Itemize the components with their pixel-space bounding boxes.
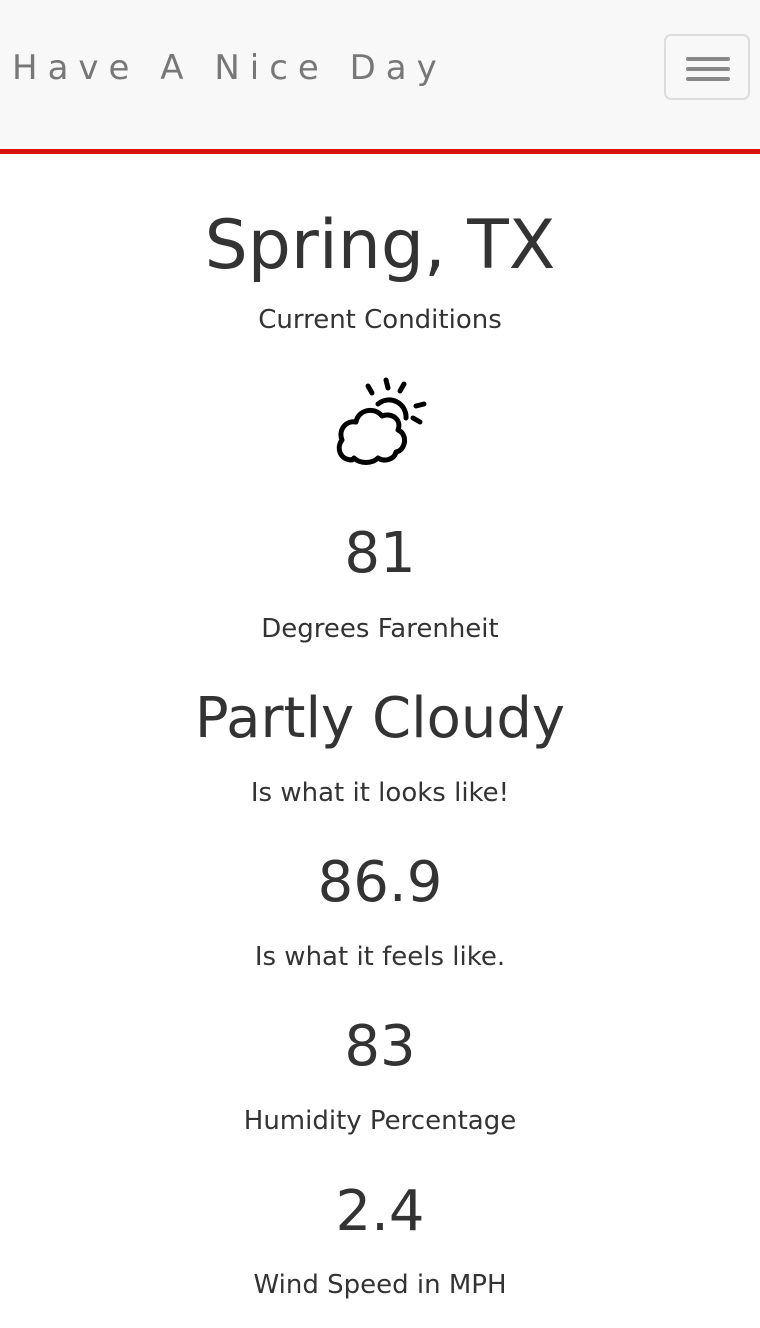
wind-speed-value: 2.4 xyxy=(335,1179,425,1244)
current-conditions-label: Current Conditions xyxy=(258,305,502,335)
navbar: Have A Nice Day xyxy=(0,0,760,154)
feels-like-label: Is what it feels like. xyxy=(254,942,506,972)
temperature-label: Degrees Farenheit xyxy=(261,614,499,644)
feels-like-value: 86.9 xyxy=(317,850,443,915)
location-heading: Spring, TX xyxy=(204,206,556,285)
condition-label: Is what it looks like! xyxy=(250,778,510,808)
humidity-label: Humidity Percentage xyxy=(243,1106,517,1136)
wind-speed-label: Wind Speed in MPH xyxy=(253,1270,507,1300)
condition-value: Partly Cloudy xyxy=(194,686,566,751)
menu-toggle-button[interactable] xyxy=(664,34,750,100)
temperature-value: 81 xyxy=(344,521,416,586)
humidity-value: 83 xyxy=(344,1014,416,1079)
partly-cloudy-icon xyxy=(330,374,434,466)
brand-link[interactable]: Have A Nice Day xyxy=(12,46,447,90)
